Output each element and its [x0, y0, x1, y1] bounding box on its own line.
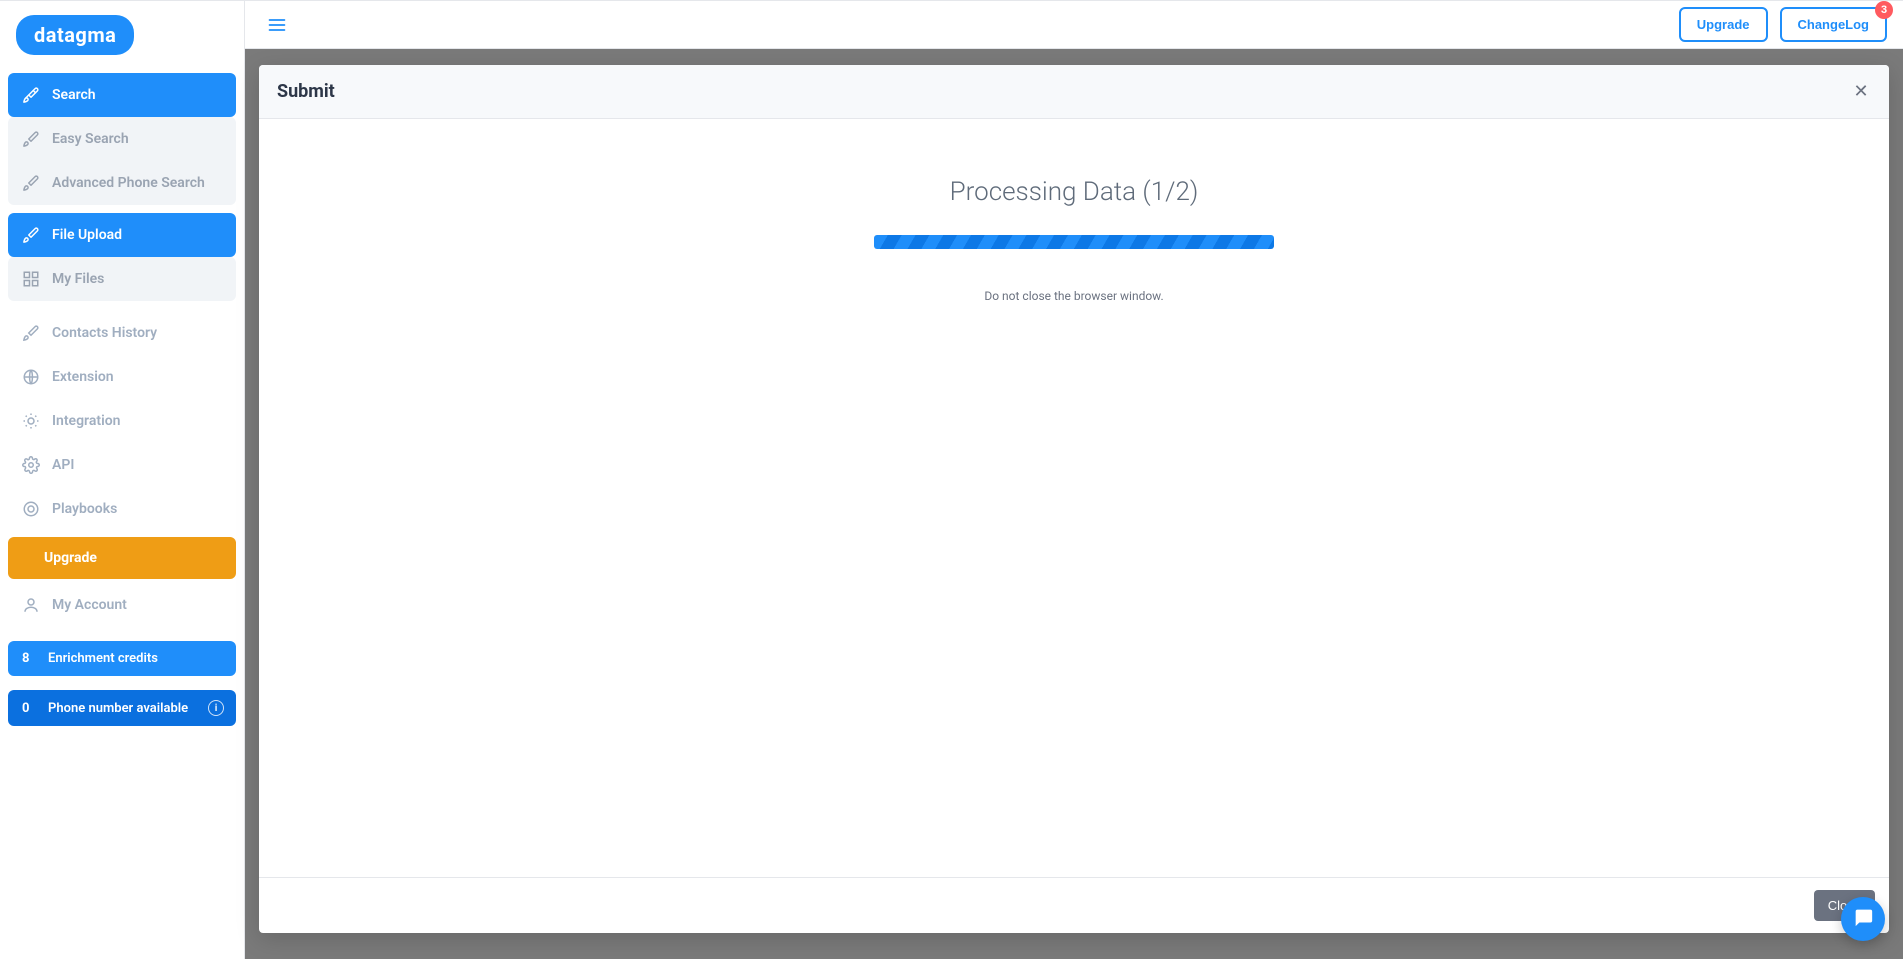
modal-close-button[interactable]: ✕ — [1851, 82, 1871, 102]
gear-icon — [22, 456, 40, 474]
modal-footer: Close — [259, 877, 1889, 933]
modal-backdrop: Submit ✕ Processing Data (1/2) Do not cl… — [245, 49, 1903, 959]
main: Upgrade ChangeLog 3 Submit ✕ Processing … — [245, 1, 1903, 959]
topbar: Upgrade ChangeLog 3 — [245, 1, 1903, 49]
nav-label: File Upload — [52, 227, 122, 243]
nav-label: Easy Search — [52, 131, 129, 147]
nav-search[interactable]: Search — [8, 73, 236, 117]
enrichment-credits-chip[interactable]: 8 Enrichment credits — [8, 641, 236, 676]
close-icon: ✕ — [1853, 81, 1868, 102]
rocket-icon — [22, 86, 40, 104]
nav-upgrade[interactable]: Upgrade — [8, 537, 236, 579]
target-icon — [22, 500, 40, 518]
rocket-icon — [22, 130, 40, 148]
sidebar: datagma Search Easy Search — [0, 1, 245, 959]
changelog-button[interactable]: ChangeLog 3 — [1780, 7, 1888, 42]
changelog-badge: 3 — [1875, 1, 1893, 19]
nav-label: Extension — [52, 369, 114, 385]
rocket-icon — [22, 174, 40, 192]
nav-label: Integration — [52, 413, 120, 429]
sun-icon — [22, 412, 40, 430]
nav-playbooks[interactable]: Playbooks — [8, 487, 236, 531]
progress-fill — [874, 235, 1274, 249]
nav-label: Contacts History — [52, 325, 157, 341]
phone-credits-chip[interactable]: 0 Phone number available i — [8, 690, 236, 726]
progress-bar — [874, 235, 1274, 249]
nav-label: Playbooks — [52, 501, 117, 517]
info-icon: i — [208, 700, 224, 716]
globe-icon — [22, 368, 40, 386]
nav-advanced-phone-search[interactable]: Advanced Phone Search — [8, 161, 236, 205]
intercom-launcher[interactable] — [1841, 897, 1885, 941]
brand-logo[interactable]: datagma — [16, 15, 134, 55]
hamburger-icon[interactable] — [267, 15, 287, 35]
nav-easy-search[interactable]: Easy Search — [8, 117, 236, 161]
nav-my-account[interactable]: My Account — [8, 583, 236, 627]
modal-body: Processing Data (1/2) Do not close the b… — [259, 119, 1889, 877]
nav-contacts-history[interactable]: Contacts History — [8, 311, 236, 355]
user-icon — [22, 596, 40, 614]
enrichment-label: Enrichment credits — [48, 651, 158, 666]
nav-label: My Account — [52, 597, 127, 613]
enrichment-count: 8 — [22, 651, 34, 666]
submit-modal: Submit ✕ Processing Data (1/2) Do not cl… — [259, 65, 1889, 933]
nav-label: API — [52, 457, 74, 473]
rocket-icon — [22, 324, 40, 342]
rocket-icon — [22, 226, 40, 244]
nav-integration[interactable]: Integration — [8, 399, 236, 443]
processing-note: Do not close the browser window. — [984, 289, 1163, 303]
changelog-label: ChangeLog — [1798, 17, 1870, 32]
phone-count: 0 — [22, 701, 34, 716]
nav-file-upload[interactable]: File Upload — [8, 213, 236, 257]
phone-label: Phone number available — [48, 701, 188, 716]
chat-icon — [1852, 906, 1874, 932]
nav-label: Search — [52, 87, 96, 103]
grid-icon — [22, 270, 40, 288]
nav-label: Upgrade — [44, 550, 97, 566]
nav-label: My Files — [52, 271, 104, 287]
modal-header: Submit ✕ — [259, 65, 1889, 119]
nav-api[interactable]: API — [8, 443, 236, 487]
nav-label: Advanced Phone Search — [52, 175, 205, 191]
nav-extension[interactable]: Extension — [8, 355, 236, 399]
upgrade-button[interactable]: Upgrade — [1679, 7, 1768, 42]
modal-title: Submit — [277, 81, 335, 102]
nav-my-files[interactable]: My Files — [8, 257, 236, 301]
processing-title: Processing Data (1/2) — [950, 177, 1199, 207]
